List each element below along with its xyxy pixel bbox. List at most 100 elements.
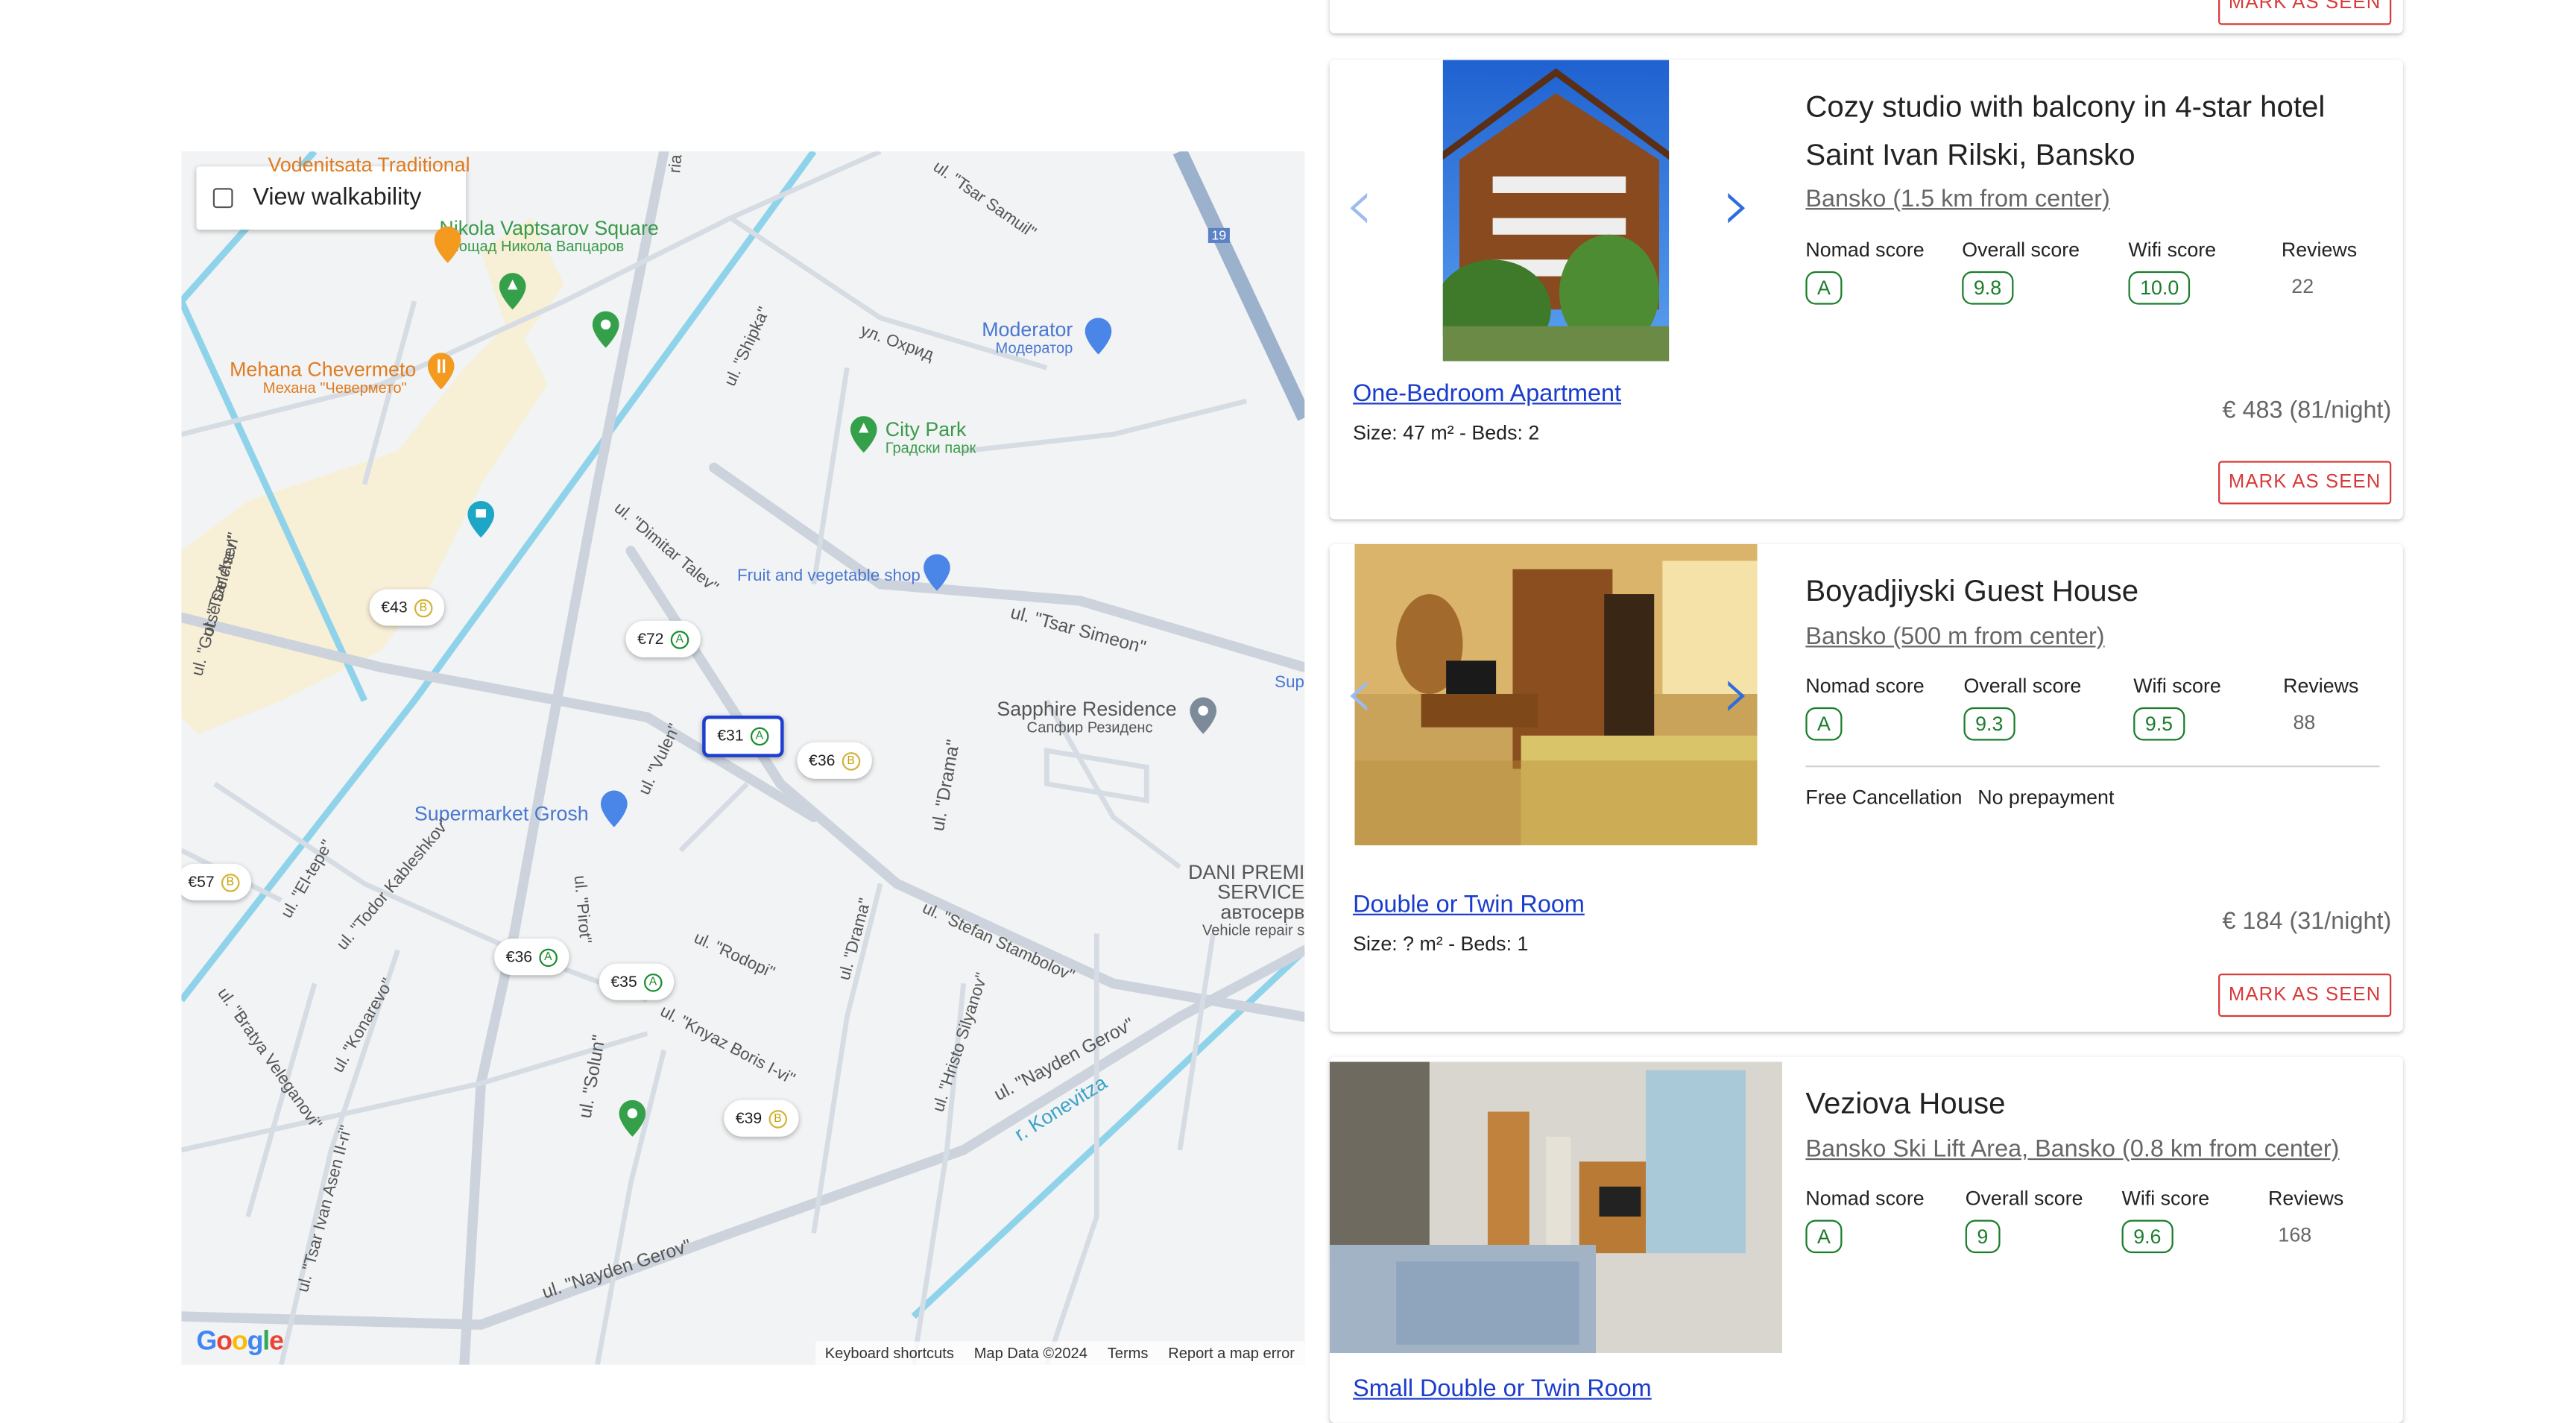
poi-mehana-label: Mehana Chevermeto: [230, 358, 417, 382]
report-map-error-link[interactable]: Report a map error: [1168, 1345, 1295, 1361]
reviews-label: Reviews: [2268, 1186, 2344, 1211]
map-data-label: Map Data ©2024: [973, 1344, 1087, 1362]
tag-no-prepayment: No prepayment: [1977, 785, 2115, 810]
listing-photo[interactable]: [1442, 60, 1670, 362]
price-pin[interactable]: €72 A: [625, 620, 701, 657]
listing-price: € 483 (81/night): [2222, 397, 2392, 425]
poi-fruit-shop[interactable]: Fruit and vegetable shop: [737, 567, 921, 587]
park-pin-icon[interactable]: [850, 416, 877, 453]
price-pin[interactable]: €57 B: [181, 863, 251, 900]
map-pin-icon[interactable]: [592, 311, 619, 348]
listing-card: MARK AS SEEN: [1329, 0, 2403, 34]
map-streets-layer: [181, 151, 1305, 1365]
reviews-label: Reviews: [2283, 674, 2359, 698]
price-pin-price: €35: [610, 972, 637, 991]
shop-pin-icon[interactable]: [1085, 318, 1112, 355]
grade-badge: A: [643, 972, 663, 991]
road-19-shield: 19: [1208, 227, 1230, 243]
walkability-checkbox[interactable]: [212, 188, 233, 209]
grade-badge: B: [221, 872, 240, 892]
keyboard-shortcuts-link[interactable]: Keyboard shortcuts: [825, 1345, 954, 1361]
listing-location-link[interactable]: Bansko Ski Lift Area, Bansko (0.8 km fro…: [1805, 1137, 2339, 1164]
listing-title[interactable]: Boyadjiyski Guest House: [1805, 567, 2138, 616]
map[interactable]: View walkability Vodenitsata Traditional…: [181, 151, 1305, 1365]
poi-sup[interactable]: Sup: [1275, 674, 1304, 694]
next-photo-arrow-icon[interactable]: ›: [1723, 657, 1752, 731]
nomad-score-label: Nomad score: [1805, 238, 1925, 262]
mark-as-seen-button[interactable]: MARK AS SEEN: [2218, 0, 2392, 25]
room-type-link[interactable]: One-Bedroom Apartment: [1353, 381, 1621, 408]
hotel-pin-icon[interactable]: [467, 501, 495, 538]
listing-location-link[interactable]: Bansko (500 m from center): [1805, 624, 2104, 651]
room-type-link[interactable]: Double or Twin Room: [1353, 892, 1585, 919]
price-pin[interactable]: €36 A: [494, 938, 569, 976]
grade-badge: B: [414, 598, 433, 617]
poi-city-park-label: City Park: [885, 417, 967, 441]
shopping-pin-icon[interactable]: [600, 790, 628, 827]
price-pin[interactable]: €36 B: [797, 742, 872, 779]
poi-city-park[interactable]: City Park Градски парк: [886, 420, 976, 456]
park-pin-icon[interactable]: [499, 273, 526, 310]
price-pin[interactable]: €39 B: [724, 1099, 799, 1137]
listing-title-line1: Cozy studio with balcony in 4-star hotel: [1805, 89, 2326, 124]
previous-photo-arrow-icon[interactable]: ‹: [1345, 169, 1374, 243]
wifi-score-value: 9.6: [2121, 1220, 2174, 1254]
wifi-score-value: 9.5: [2133, 707, 2185, 741]
listing-scores: Nomad score A Overall score 9.8 Wifi sco…: [1805, 238, 2358, 305]
poi-mehana-chevermeto[interactable]: Mehana Chevermeto Механа "Чеверметo": [230, 359, 416, 396]
price-pin[interactable]: €35 A: [599, 963, 674, 1000]
poi-vodenitsata[interactable]: Vodenitsata Traditional: [268, 155, 470, 175]
listing-photo[interactable]: [1329, 1061, 1783, 1354]
nomad-score-value: A: [1805, 1220, 1843, 1254]
previous-photo-arrow-icon[interactable]: ‹: [1345, 657, 1374, 731]
map-footer: Keyboard shortcuts Map Data ©2024 Terms …: [815, 1341, 1305, 1365]
reviews-count: 168: [2278, 1222, 2312, 1247]
listing-title[interactable]: Veziova House: [1805, 1080, 2005, 1129]
wifi-score: Wifi score 9.6: [2121, 1187, 2268, 1254]
poi-mehana-label-bg: Механа "Чеверметo": [262, 379, 407, 397]
poi-moderator[interactable]: Moderator Модератор: [982, 320, 1073, 356]
mark-as-seen-button[interactable]: MARK AS SEEN: [2218, 461, 2392, 505]
listing-title-line2: Saint Ivan Rilski, Bansko: [1805, 138, 2135, 171]
listing-location-link[interactable]: Bansko (1.5 km from center): [1805, 186, 2109, 213]
reviews-label: Reviews: [2281, 238, 2358, 262]
price-pin-price: €31: [717, 727, 744, 746]
shopping-pin-icon[interactable]: [924, 554, 950, 591]
nomad-score: Nomad score A: [1805, 1186, 1965, 1254]
mark-as-seen-button[interactable]: MARK AS SEEN: [2218, 974, 2392, 1017]
nomad-score-label: Nomad score: [1805, 1186, 1925, 1211]
poi-dani-premium[interactable]: DANI PREMI SERVICE автосерв Vehicle repa…: [1135, 862, 1305, 939]
restaurant-pin-icon[interactable]: [427, 353, 455, 390]
overall-score: Overall score 9: [1965, 1187, 2122, 1254]
listing-title[interactable]: Cozy studio with balcony in 4-star hotel…: [1805, 83, 2325, 180]
price-pin[interactable]: €43 B: [369, 589, 444, 626]
map-pin-icon[interactable]: [619, 1099, 646, 1137]
listing-photo[interactable]: [1354, 544, 1758, 846]
price-pin-price: €36: [505, 947, 533, 967]
poi-nikola-vaptsarov-square[interactable]: Nikola Vaptsarov Square Площад Никола Ва…: [439, 218, 658, 254]
grade-badge: A: [539, 947, 558, 967]
listing-tags: Free Cancellation No prepayment: [1805, 786, 2114, 809]
listing-scores: Nomad score A Overall score 9.3 Wifi sco…: [1805, 674, 2358, 741]
listing-scores: Nomad score A Overall score 9 Wifi score…: [1805, 1186, 2344, 1254]
wifi-score-label: Wifi score: [2133, 674, 2221, 698]
poi-sapphire-residence[interactable]: Sapphire Residence Сапфир Резиденс: [997, 699, 1176, 736]
poi-nikola-label: Nikola Vaptsarov Square: [439, 216, 659, 240]
price-pin-price: €39: [735, 1109, 763, 1128]
room-type-link[interactable]: Small Double or Twin Room: [1353, 1376, 1652, 1403]
wifi-score: Wifi score 9.5: [2133, 674, 2283, 741]
map-pin-icon[interactable]: [1190, 697, 1217, 734]
grade-badge: B: [842, 751, 860, 770]
price-pin-selected[interactable]: €31 A: [702, 716, 784, 757]
next-photo-arrow-icon[interactable]: ›: [1723, 169, 1752, 243]
wifi-score: Wifi score 10.0: [2128, 238, 2281, 305]
terms-link[interactable]: Terms: [1108, 1345, 1149, 1361]
reviews: Reviews 88: [2283, 674, 2358, 740]
poi-city-park-label-bg: Градски парк: [885, 439, 976, 456]
restaurant-pin-icon[interactable]: [434, 226, 461, 263]
tag-free-cancellation: Free Cancellation: [1805, 785, 1963, 810]
overall-score: Overall score 9.3: [1963, 674, 2133, 741]
poi-vehicle-label: Vehicle repair s: [1202, 921, 1305, 939]
overall-score: Overall score 9.8: [1962, 238, 2128, 305]
listing-title-line1: Veziova House: [1805, 1086, 2006, 1120]
